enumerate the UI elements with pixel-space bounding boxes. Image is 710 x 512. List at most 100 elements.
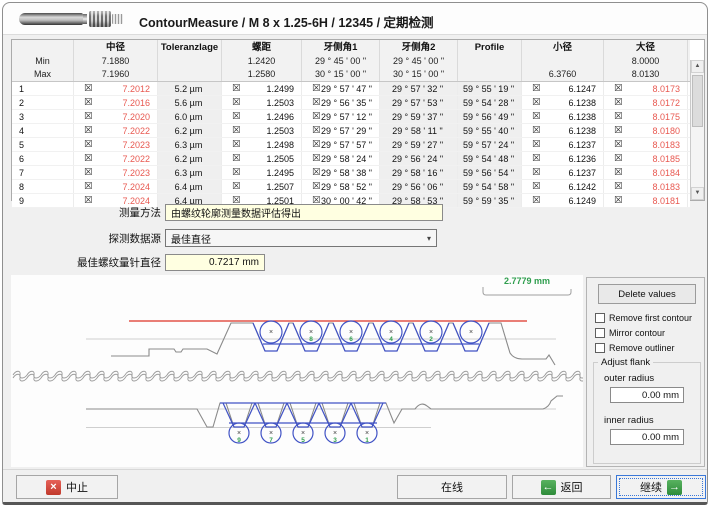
checked-icon[interactable]: ☒ <box>84 112 93 122</box>
checked-icon[interactable]: ☒ <box>312 154 321 164</box>
checked-icon[interactable]: ☒ <box>84 98 93 108</box>
checked-icon[interactable]: ☒ <box>614 182 623 192</box>
inner-radius-label: inner radius <box>604 415 654 426</box>
checked-icon[interactable]: ☒ <box>614 196 623 206</box>
checked-icon[interactable]: ☒ <box>84 154 93 164</box>
cell-major: ☒8.0184 <box>604 166 688 179</box>
checked-icon[interactable]: ☒ <box>532 196 541 206</box>
cell-fa1: ☒29 ° 57 ' 57 " <box>302 138 380 151</box>
checked-icon[interactable]: ☒ <box>312 140 321 150</box>
checked-icon[interactable]: ☒ <box>532 126 541 136</box>
outer-radius-input[interactable]: 0.00 mm <box>610 387 684 403</box>
checked-icon[interactable]: ☒ <box>84 126 93 136</box>
checked-icon[interactable]: ☒ <box>232 168 241 178</box>
checked-icon[interactable]: ☒ <box>532 154 541 164</box>
checked-icon[interactable]: ☒ <box>232 84 241 94</box>
inner-radius-input[interactable]: 0.00 mm <box>610 429 684 445</box>
checked-icon[interactable]: ☒ <box>232 182 241 192</box>
cell-minor: ☒6.1247 <box>522 82 604 95</box>
column-max: 6.3760 <box>522 68 603 81</box>
cell-tol: 6.2 µm <box>158 124 222 137</box>
cell-n: 3 <box>12 110 74 123</box>
wire-diameter-field[interactable]: 0.7217 mm <box>165 254 265 271</box>
probe-source-select[interactable]: 最佳直径 ▾ <box>165 229 437 247</box>
checked-icon[interactable]: ☒ <box>312 182 321 192</box>
probe-x-icon: × <box>237 430 241 437</box>
checked-icon[interactable]: ☒ <box>84 140 93 150</box>
checkbox-box[interactable] <box>595 328 605 338</box>
checked-icon[interactable]: ☒ <box>614 98 623 108</box>
checked-icon[interactable]: ☒ <box>312 168 321 178</box>
checked-icon[interactable]: ☒ <box>232 140 241 150</box>
checked-icon[interactable]: ☒ <box>614 154 623 164</box>
checked-icon[interactable]: ☒ <box>614 84 623 94</box>
continue-button[interactable]: 继续 → <box>616 475 706 499</box>
cell-value: 7.2024 <box>93 182 157 192</box>
online-button[interactable]: 在线 <box>397 475 507 499</box>
checked-icon[interactable]: ☒ <box>614 168 623 178</box>
table-row: 8☒7.20246.4 µm☒1.2507☒29 ° 58 ' 52 "29 °… <box>12 180 690 194</box>
cell-value: 29 ° 58 ' 16 " <box>380 168 457 178</box>
checked-icon[interactable]: ☒ <box>84 84 93 94</box>
checked-icon[interactable]: ☒ <box>84 182 93 192</box>
checked-icon[interactable]: ☒ <box>614 140 623 150</box>
checked-icon[interactable]: ☒ <box>312 126 321 136</box>
checked-icon[interactable]: ☒ <box>532 168 541 178</box>
panel-checkbox[interactable]: Mirror contour <box>595 325 703 340</box>
column-header-major: 大径8.00008.0130 <box>604 40 688 81</box>
cell-fa2: 29 ° 57 ' 32 " <box>380 82 458 95</box>
cell-value: 59 ° 56 ' 54 " <box>458 168 521 178</box>
probe-x-icon: × <box>269 329 273 336</box>
scroll-up-icon[interactable]: ▲ <box>691 60 704 73</box>
cell-value: 29 ° 57 ' 57 " <box>321 140 379 150</box>
panel-checkbox[interactable]: Remove first contour <box>595 310 703 325</box>
delete-values-button[interactable]: Delete values <box>598 284 696 304</box>
checked-icon[interactable]: ☒ <box>532 140 541 150</box>
scroll-down-icon[interactable]: ▼ <box>691 187 704 200</box>
table-scrollbar[interactable]: ▲ ▼ <box>690 60 704 200</box>
cell-value: 6.1236 <box>541 154 603 164</box>
back-button[interactable]: ← 返回 <box>512 475 611 499</box>
scrollbar-thumb[interactable] <box>692 75 703 127</box>
abort-button[interactable]: × 中止 <box>16 475 118 499</box>
checked-icon[interactable]: ☒ <box>614 112 623 122</box>
cell-value: 6.1238 <box>541 112 603 122</box>
cell-value: 29 ° 57 ' 53 " <box>380 98 457 108</box>
checked-icon[interactable]: ☒ <box>532 112 541 122</box>
checked-icon[interactable]: ☒ <box>232 98 241 108</box>
checked-icon[interactable]: ☒ <box>84 168 93 178</box>
panel-checkbox[interactable]: Remove outliner <box>595 340 703 355</box>
measure-method-field[interactable]: 由螺纹轮廓测量数据评估得出 <box>165 204 443 221</box>
cell-profile: 59 ° 57 ' 24 " <box>458 138 522 151</box>
cell-value: 8.0173 <box>623 84 687 94</box>
checked-icon[interactable]: ☒ <box>312 84 321 94</box>
cell-mid: ☒7.2022 <box>74 152 158 165</box>
cell-value: 59 ° 54 ' 48 " <box>458 154 521 164</box>
checkbox-box[interactable] <box>595 343 605 353</box>
table-row: 1☒7.20125.2 µm☒1.2499☒29 ° 57 ' 47 "29 °… <box>12 82 690 96</box>
checked-icon[interactable]: ☒ <box>312 112 321 122</box>
checked-icon[interactable]: ☒ <box>532 182 541 192</box>
abort-x-icon: × <box>46 480 61 495</box>
column-min <box>522 55 603 68</box>
checked-icon[interactable]: ☒ <box>532 84 541 94</box>
cell-n: 1 <box>12 82 74 95</box>
checked-icon[interactable]: ☒ <box>232 112 241 122</box>
upper-fit-lines <box>253 323 489 351</box>
checked-icon[interactable]: ☒ <box>232 126 241 136</box>
wire-diameter-label: 最佳螺纹量针直径 <box>3 255 165 270</box>
cell-tol: 6.0 µm <box>158 110 222 123</box>
checkbox-box[interactable] <box>595 313 605 323</box>
cell-tol: 5.2 µm <box>158 82 222 95</box>
checked-icon[interactable]: ☒ <box>312 98 321 108</box>
cell-pitch: ☒1.2505 <box>222 152 302 165</box>
checked-icon[interactable]: ☒ <box>614 126 623 136</box>
cell-pitch: ☒1.2503 <box>222 124 302 137</box>
cell-tol: 6.3 µm <box>158 138 222 151</box>
checked-icon[interactable]: ☒ <box>232 154 241 164</box>
checked-icon[interactable]: ☒ <box>532 98 541 108</box>
cell-mid: ☒7.2012 <box>74 82 158 95</box>
lower-wire-markers: ×9×7×5×3×1 <box>229 423 377 444</box>
cell-value: 29 ° 57 ' 47 " <box>321 84 379 94</box>
flank-number-label: 4 <box>389 336 393 343</box>
